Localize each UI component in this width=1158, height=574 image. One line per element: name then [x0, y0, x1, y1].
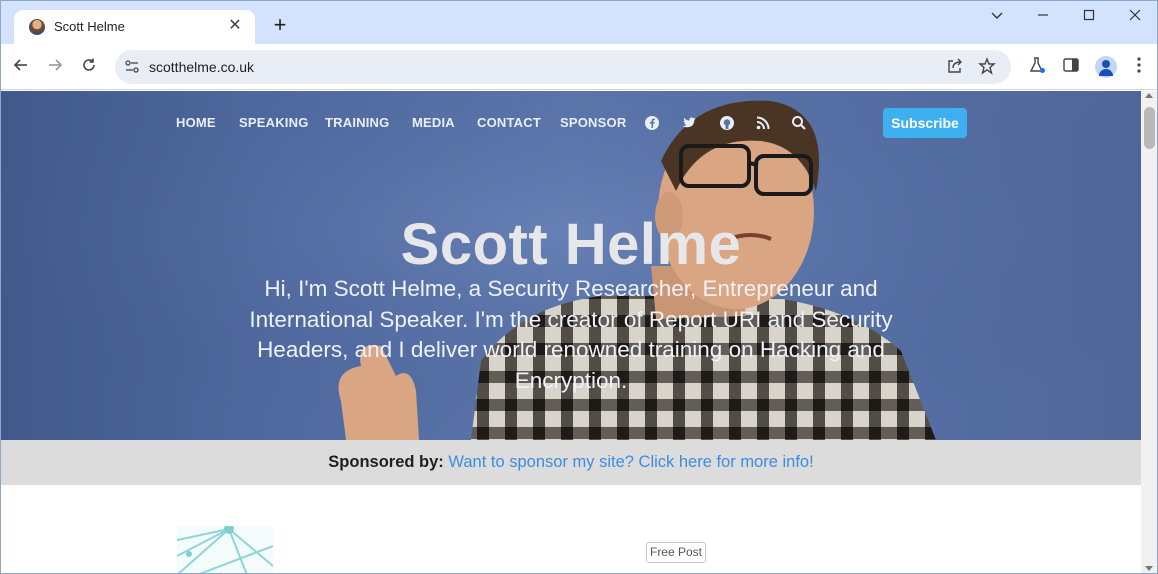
nav-contact[interactable]: CONTACT: [477, 115, 541, 130]
address-bar[interactable]: scotthelme.co.uk: [115, 50, 1011, 84]
nav-sponsor[interactable]: SPONSOR: [560, 115, 626, 130]
page-scrollbar[interactable]: [1141, 91, 1157, 573]
close-icon[interactable]: [1120, 5, 1150, 27]
site-info-icon[interactable]: [123, 58, 141, 76]
url-text[interactable]: scotthelme.co.uk: [149, 59, 254, 75]
minimize-icon[interactable]: [1028, 5, 1058, 27]
tab-title: Scott Helme: [54, 19, 125, 34]
new-tab-button[interactable]: +: [267, 13, 293, 39]
subscribe-button[interactable]: Subscribe: [883, 108, 967, 138]
tab-close-icon[interactable]: ✕: [226, 16, 244, 36]
chevron-down-icon[interactable]: [982, 5, 1012, 27]
hero-section: HOME SPEAKING TRAINING MEDIA CONTACT SPO…: [1, 91, 1141, 440]
search-icon[interactable]: [791, 115, 807, 131]
labs-icon[interactable]: [1026, 56, 1048, 78]
share-icon[interactable]: [945, 57, 965, 77]
browser-tab[interactable]: Scott Helme ✕: [14, 10, 255, 44]
tab-strip: Scott Helme ✕ +: [1, 1, 1157, 44]
maximize-icon[interactable]: [1074, 5, 1104, 27]
facebook-icon[interactable]: [644, 115, 660, 131]
reload-icon[interactable]: [77, 56, 101, 78]
sponsor-label: Sponsored by:: [328, 453, 444, 471]
twitter-icon[interactable]: [681, 115, 697, 131]
back-icon[interactable]: [9, 56, 33, 78]
nav-home[interactable]: HOME: [176, 115, 216, 130]
scroll-down-icon[interactable]: [1145, 566, 1153, 571]
star-icon[interactable]: [977, 57, 997, 77]
rss-icon[interactable]: [755, 115, 771, 131]
post-thumbnail[interactable]: [177, 526, 273, 574]
hero-title: Scott Helme: [400, 212, 742, 277]
github-icon[interactable]: [719, 115, 735, 131]
browser-toolbar: scotthelme.co.uk: [1, 44, 1157, 90]
more-icon[interactable]: [1128, 56, 1150, 78]
favicon-icon: [29, 19, 45, 35]
profile-icon[interactable]: [1095, 56, 1117, 78]
page-viewport: HOME SPEAKING TRAINING MEDIA CONTACT SPO…: [1, 91, 1141, 574]
nav-media[interactable]: MEDIA: [412, 115, 455, 130]
nav-speaking[interactable]: SPEAKING: [239, 115, 309, 130]
scroll-thumb[interactable]: [1144, 107, 1155, 149]
scroll-up-icon[interactable]: [1145, 93, 1153, 98]
browser-window: Scott Helme ✕ + scotthelme.co.uk HOME SP…: [0, 0, 1158, 574]
side-panel-icon[interactable]: [1060, 56, 1082, 78]
hero-description: Hi, I'm Scott Helme, a Security Research…: [249, 276, 893, 393]
sponsor-bar: Sponsored by: Want to sponsor my site? C…: [1, 440, 1141, 485]
forward-icon[interactable]: [43, 56, 67, 78]
free-post-badge: Free Post: [646, 542, 706, 563]
nav-training[interactable]: TRAINING: [325, 115, 389, 130]
sponsor-link[interactable]: Want to sponsor my site? Click here for …: [448, 453, 813, 471]
